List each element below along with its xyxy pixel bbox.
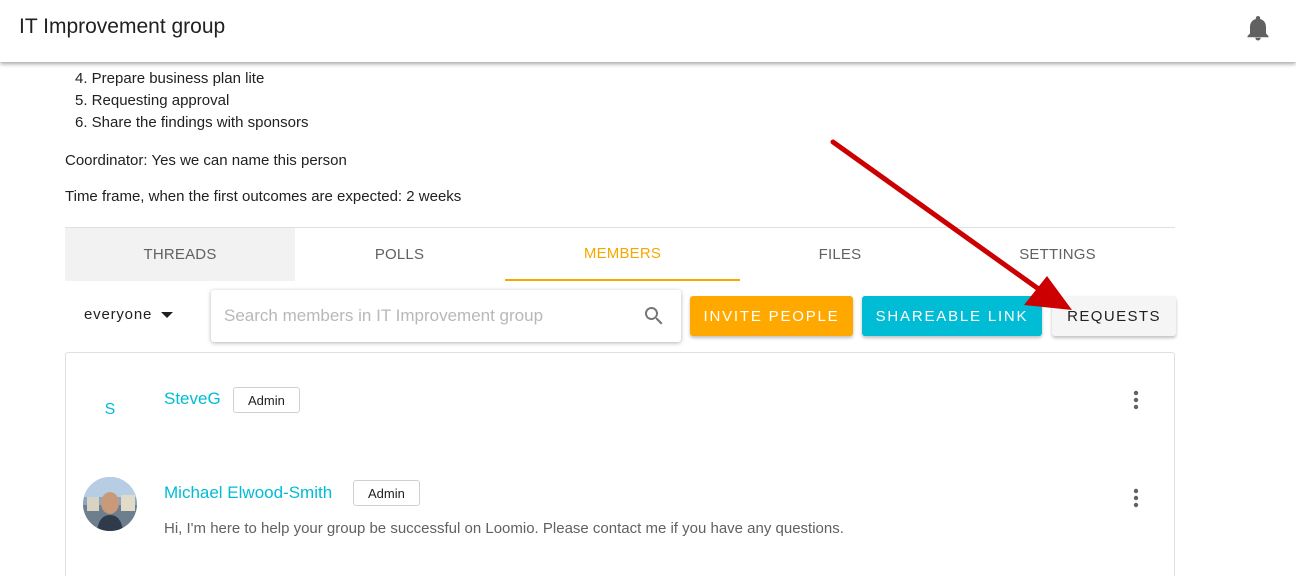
- role-badge: Admin: [353, 480, 420, 506]
- member-row: Michael Elwood-Smith Admin Hi, I'm here …: [66, 463, 1174, 573]
- member-search-box: [211, 290, 681, 342]
- step-item: 5. Requesting approval: [75, 92, 230, 109]
- member-filter-dropdown[interactable]: everyone: [84, 306, 174, 323]
- tab-threads[interactable]: THREADS: [65, 228, 295, 281]
- avatar-initials: S: [104, 401, 116, 418]
- tab-polls[interactable]: POLLS: [295, 228, 504, 281]
- requests-button[interactable]: REQUESTS: [1052, 296, 1176, 336]
- step-item: 4. Prepare business plan lite: [75, 70, 265, 87]
- members-list: S SteveG Admin Michael Elwood-Smith Admi…: [65, 352, 1175, 576]
- group-title: IT Improvement group: [19, 15, 226, 38]
- tab-members[interactable]: MEMBERS: [505, 228, 740, 281]
- member-row: S SteveG Admin: [66, 353, 1174, 453]
- shareable-link-button[interactable]: SHAREABLE LINK: [862, 296, 1042, 336]
- group-tabs: THREADS POLLS MEMBERS FILES SETTINGS: [65, 227, 1175, 281]
- coordinator-text: Coordinator: Yes we can name this person: [65, 152, 347, 169]
- tab-settings[interactable]: SETTINGS: [950, 228, 1165, 281]
- bell-icon[interactable]: [1246, 15, 1270, 41]
- member-bio: Hi, I'm here to help your group be succe…: [164, 520, 844, 537]
- filter-label: everyone: [84, 306, 153, 323]
- member-name[interactable]: Michael Elwood-Smith: [164, 483, 332, 503]
- invite-people-button[interactable]: INVITE PEOPLE: [690, 296, 853, 336]
- top-bar: IT Improvement group: [0, 0, 1296, 62]
- avatar: [83, 477, 137, 531]
- steps-list: 4. Prepare business plan lite 5. Request…: [75, 68, 308, 134]
- search-icon[interactable]: [642, 304, 666, 328]
- role-badge: Admin: [233, 387, 300, 413]
- member-name[interactable]: SteveG: [164, 389, 221, 409]
- search-input[interactable]: [224, 304, 634, 328]
- more-vert-icon[interactable]: [1128, 486, 1144, 510]
- step-item: 6. Share the findings with sponsors: [75, 114, 309, 131]
- tab-files[interactable]: FILES: [740, 228, 940, 281]
- more-vert-icon[interactable]: [1128, 388, 1144, 412]
- time-frame-text: Time frame, when the first outcomes are …: [65, 188, 462, 205]
- caret-down-icon: [161, 311, 174, 318]
